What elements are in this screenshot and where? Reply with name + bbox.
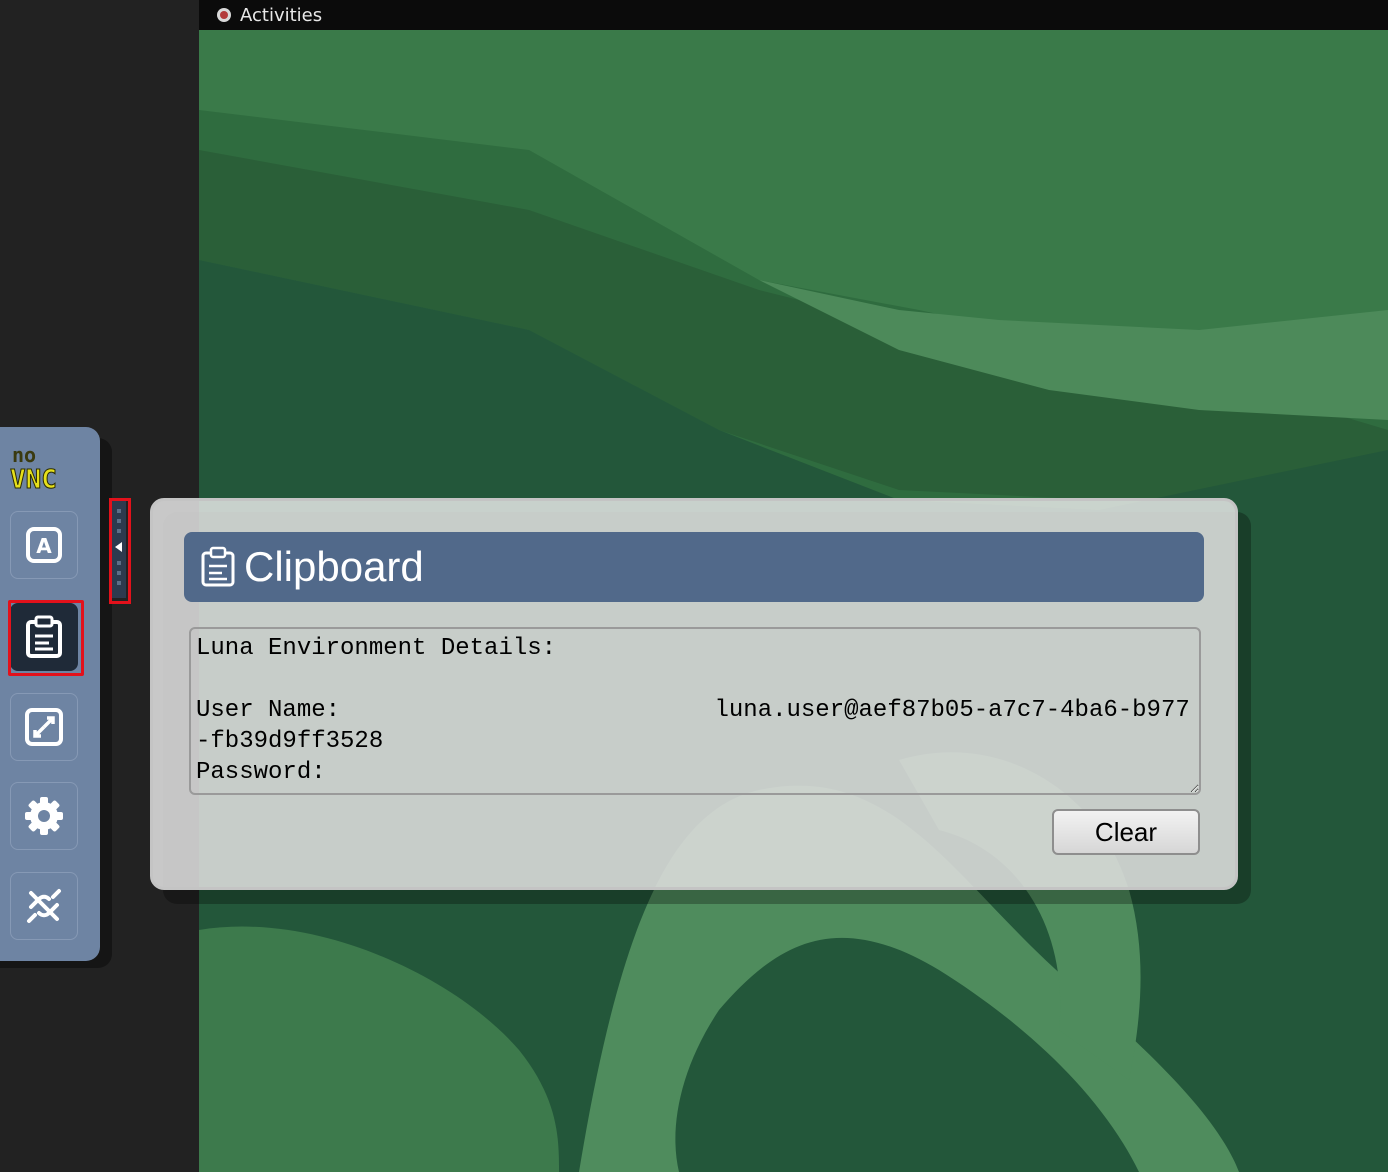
settings-button[interactable] bbox=[10, 782, 78, 850]
disconnect-icon bbox=[27, 889, 61, 923]
fullscreen-icon bbox=[25, 708, 63, 746]
keyboard-button[interactable]: A bbox=[10, 511, 78, 579]
clipboard-button[interactable] bbox=[8, 600, 84, 676]
activities-button[interactable]: Activities bbox=[240, 5, 322, 26]
fullscreen-button[interactable] bbox=[10, 693, 78, 761]
settings-gear-icon bbox=[25, 797, 63, 835]
clipboard-panel: Clipboard Luna Environment Details: User… bbox=[150, 498, 1238, 890]
novnc-logo: no VNC bbox=[10, 443, 57, 491]
activities-icon bbox=[217, 8, 231, 22]
clipboard-panel-header: Clipboard bbox=[184, 532, 1204, 602]
logo-vnc-text: VNC bbox=[10, 465, 57, 491]
clipboard-icon bbox=[26, 615, 62, 658]
clear-button[interactable]: Clear bbox=[1052, 809, 1200, 855]
clipboard-textarea[interactable]: Luna Environment Details: User Name: lun… bbox=[189, 627, 1201, 795]
disconnect-button[interactable] bbox=[10, 872, 78, 940]
keyboard-icon-glyph: A bbox=[36, 534, 52, 558]
handle-highlight-outline bbox=[109, 498, 131, 604]
logo-no-text: no bbox=[12, 443, 36, 467]
keyboard-icon: A bbox=[26, 527, 62, 563]
gnome-top-bar: Activities bbox=[199, 0, 1388, 30]
clipboard-icon bbox=[201, 546, 235, 587]
clipboard-panel-title: Clipboard bbox=[244, 543, 424, 590]
